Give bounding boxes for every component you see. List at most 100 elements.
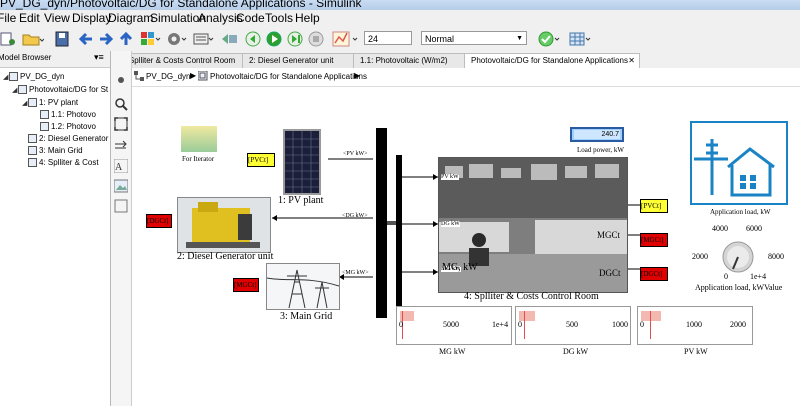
breadcrumb-model[interactable]: PV_DG_dyn [146, 72, 190, 81]
dg-kw-label: DG kW [563, 347, 589, 356]
grid-settings-icon[interactable] [569, 31, 593, 47]
tab-diesel-generator[interactable]: 2: Diesel Generator unit [242, 53, 358, 68]
knob-tick-6000: 6000 [746, 224, 762, 233]
tree-item-splliter-costs[interactable]: 4: Splliter & Cost [28, 157, 99, 168]
control-room-label: 4: Splliter & Costs Control Room [464, 291, 599, 302]
dg-kw-gauge-needle [524, 311, 525, 339]
pv-plant-block[interactable] [283, 129, 321, 195]
open-folder-icon[interactable] [22, 31, 44, 47]
pv-kw-input-label: PV kW [441, 174, 459, 180]
pvct-goto-tag[interactable]: [PVCt] [247, 153, 275, 167]
window-title: PV_DG_dyn/Photovoltaic/DG for Standalone… [0, 0, 362, 10]
menu-diagram[interactable]: Diagram [108, 11, 153, 25]
subsystem-icon [28, 158, 37, 168]
model-browser-title: Model Browser [0, 53, 52, 62]
menu-bar: File Edit View Display Diagram Simulatio… [0, 10, 800, 27]
menu-edit[interactable]: Edit [19, 11, 40, 25]
control-room-block[interactable]: PV kW DG kW MG kW MG, kW MGCt DGCt [438, 157, 628, 293]
dgct-goto-tag[interactable]: [DGCt] [146, 214, 172, 228]
back-arrow-icon[interactable] [78, 31, 94, 47]
menu-code[interactable]: Code [236, 11, 265, 25]
application-load-block[interactable] [690, 121, 788, 205]
menu-display[interactable]: Display [72, 11, 111, 25]
tree-item-photovoltaic-dg[interactable]: ◢ Photovoltaic/DG for St [12, 84, 108, 95]
menu-tools[interactable]: Tools [265, 11, 293, 25]
new-model-icon[interactable] [0, 31, 16, 47]
knob-tick-4000: 4000 [712, 224, 728, 233]
diesel-generator-block[interactable] [177, 197, 271, 253]
mg-kw-tick-5000: 5000 [443, 320, 459, 329]
chevron-right-icon: ▶ [354, 71, 361, 80]
step-back-button-icon[interactable] [244, 31, 262, 47]
mg-kw-label: MG kW [439, 347, 466, 356]
step-forward-icon[interactable] [286, 31, 304, 47]
subsystem-icon [28, 146, 37, 156]
tree-item-pv-dg-dyn[interactable]: ◢ PV_DG_dyn [3, 71, 64, 82]
hierarchy-icon[interactable] [134, 71, 144, 81]
model-explorer-icon[interactable] [193, 31, 215, 47]
dg-kw-gauge[interactable]: 0 500 1000 [515, 306, 631, 345]
dgct-from-tag[interactable]: [DGCt] [640, 267, 668, 281]
check-model-icon[interactable] [538, 31, 562, 47]
arrow-right-icon[interactable] [114, 139, 128, 153]
tree-item-photovoltaic-1-2[interactable]: 1.2: Photovo [40, 121, 96, 132]
for-iterator-block[interactable] [181, 126, 217, 152]
load-power-display[interactable]: 240.7 [570, 127, 624, 142]
breadcrumb-subsystem[interactable]: Photovoltaic/DG for Standalone Applicati… [210, 72, 367, 81]
simulation-mode-value: Normal [425, 34, 455, 44]
model-browser-header: Model Browser ▾≡ [0, 51, 110, 68]
subsystem-icon [28, 134, 37, 144]
close-icon[interactable]: ✕ [628, 54, 635, 68]
step-back-icon[interactable] [220, 31, 240, 47]
simulation-mode-select[interactable]: Normal ▼ [421, 31, 527, 45]
hide-browser-icon[interactable] [114, 73, 128, 87]
tree-item-main-grid[interactable]: 3: Main Grid [28, 145, 83, 156]
dg-kw-tick-0: 0 [518, 320, 522, 329]
mg-kw-gauge[interactable]: 0 5000 1e+4 [396, 306, 512, 345]
mg-kw-overlay-label: MG, kW [442, 262, 478, 273]
pv-kw-tick-2000: 2000 [730, 320, 746, 329]
pv-plant-label: 1: PV plant [278, 195, 324, 206]
stop-time-input[interactable]: 24 [364, 31, 412, 45]
diesel-generator-label: 2: Diesel Generator unit [177, 251, 274, 262]
pv-kw-tick-0: 0 [640, 320, 644, 329]
gear-icon[interactable] [166, 31, 188, 47]
stop-icon[interactable] [307, 31, 325, 47]
mgct-from-tag[interactable]: [MGCt] [640, 233, 668, 247]
image-icon[interactable] [114, 179, 128, 193]
power-tower-icon [266, 264, 340, 309]
up-arrow-icon[interactable] [118, 31, 134, 47]
save-icon[interactable] [54, 31, 70, 47]
library-browser-icon[interactable] [140, 31, 162, 47]
tab-bar: 4: Splliter & Costs Control Room 2: Dies… [111, 51, 800, 69]
subsystem-icon [40, 110, 49, 120]
main-grid-block[interactable] [266, 263, 340, 310]
forward-arrow-icon[interactable] [98, 31, 114, 47]
run-icon[interactable] [265, 31, 283, 47]
zoom-icon[interactable] [114, 97, 128, 111]
tree-item-pv-plant[interactable]: ◢ 1: PV plant [22, 97, 78, 108]
panel-menu-icon[interactable]: ▾≡ [94, 52, 104, 63]
pvct-from-tag[interactable]: [PVCt] [640, 199, 668, 213]
menu-view[interactable]: View [44, 11, 70, 25]
pv-kw-tick-1000: 1000 [686, 320, 702, 329]
annotation-icon[interactable]: A [114, 159, 128, 173]
model-icon [9, 72, 18, 82]
area-icon[interactable] [114, 199, 128, 213]
fit-to-view-icon[interactable] [114, 117, 128, 131]
mg-kw-tick-1e4: 1e+4 [492, 320, 509, 329]
tree-item-photovoltaic-1-1[interactable]: 1.1: Photovo [40, 109, 96, 120]
tab-photovoltaic-dg[interactable]: Photovoltaic/DG for Standalone Applicati… [464, 53, 640, 68]
menu-file[interactable]: File [0, 11, 16, 25]
tree-item-diesel-generator[interactable]: 2: Diesel Generator [28, 133, 108, 144]
mgct-goto-tag[interactable]: [MGCt] [233, 278, 259, 292]
menu-help[interactable]: Help [295, 11, 320, 25]
pv-kw-gauge-zone [641, 311, 661, 321]
subsystem-icon [28, 98, 37, 108]
pv-kw-gauge[interactable]: 0 1000 2000 [637, 306, 753, 345]
scope-icon[interactable] [332, 31, 360, 47]
tab-splliter-costs[interactable]: 4: Splliter & Costs Control Room [113, 53, 247, 68]
tab-photovoltaic-wm2[interactable]: 1.1: Photovoltaic (W/m2) [353, 53, 469, 68]
title-bar: PV_DG_dyn/Photovoltaic/DG for Standalone… [0, 0, 800, 10]
palette-strip: A [111, 51, 132, 406]
